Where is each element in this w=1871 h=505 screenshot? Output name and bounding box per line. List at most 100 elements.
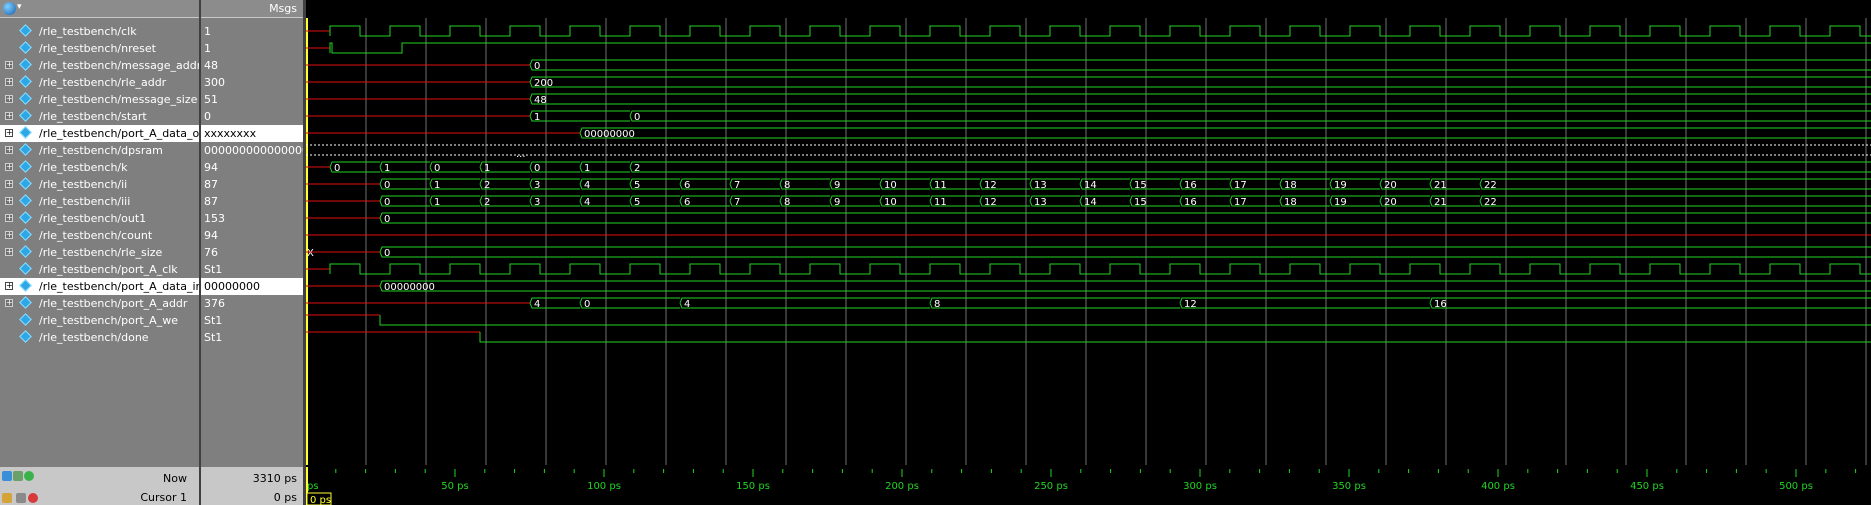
ii-label: 17 (1234, 180, 1247, 191)
time-ruler[interactable]: ps 50 ps 100 ps 150 ps 200 ps 250 ps 300 ps 350… (306, 467, 1871, 505)
delete-cursor-icon[interactable] (28, 493, 38, 503)
signal-value: 87 (204, 178, 218, 191)
signal-diamond-icon (19, 296, 32, 309)
value-row[interactable]: St1 (201, 329, 303, 346)
value-row[interactable]: 87 (201, 193, 303, 210)
clock-wave (329, 25, 1871, 37)
value-row[interactable]: 51 (201, 91, 303, 108)
cursor-flag-label: 0 ps (310, 495, 331, 505)
value-row[interactable]: 00000000 (201, 278, 303, 295)
k-label: 0 (534, 163, 540, 174)
lock-icon[interactable] (2, 493, 12, 503)
value-row[interactable]: St1 (201, 261, 303, 278)
waveform-area[interactable]: 0200481 000000000...0 1 0 1 0 1 20 1 2 3 4 5 6 7 8 9 10 11… (306, 18, 1871, 465)
port-a-addr-segment (579, 297, 680, 309)
iii-label: 13 (1034, 197, 1047, 208)
ii-label: 14 (1084, 180, 1097, 191)
footer-names: Now Cursor 1 (0, 467, 199, 505)
ii-label: 4 (584, 180, 590, 191)
expand-icon[interactable]: + (5, 95, 13, 103)
expand-icon[interactable]: + (5, 299, 13, 307)
expand-icon[interactable]: + (5, 146, 13, 154)
dropdown-arrow-icon[interactable]: ▾ (17, 2, 22, 12)
value-row[interactable]: 153 (201, 210, 303, 227)
signal-row[interactable]: + /rle_testbench/rle_size (0, 244, 199, 261)
app-menu-icon[interactable] (3, 2, 16, 15)
signal-row[interactable]: + /rle_testbench/rle_addr (0, 74, 199, 91)
iii-label: 19 (1334, 197, 1347, 208)
ii-label: 7 (734, 180, 740, 191)
port-a-data-out-label: 00000000 (584, 129, 635, 140)
iii-label: 11 (934, 197, 947, 208)
signal-diamond-icon (19, 279, 32, 292)
signal-row[interactable]: + /rle_testbench/start (0, 108, 199, 125)
ii-label: 15 (1134, 180, 1147, 191)
signal-row[interactable]: + /rle_testbench/port_A_addr (0, 295, 199, 312)
value-row[interactable]: 94 (201, 159, 303, 176)
signal-row[interactable]: + /rle_testbench/dpsram (0, 142, 199, 159)
expand-icon[interactable]: + (5, 180, 13, 188)
signal-row[interactable]: + /rle_testbench/port_A_data_out (0, 125, 211, 142)
expand-icon[interactable]: + (5, 163, 13, 171)
value-row[interactable]: 0000000000000000 (201, 142, 303, 159)
signal-row[interactable]: + /rle_testbench/count (0, 227, 199, 244)
value-row[interactable]: 94 (201, 227, 303, 244)
signal-row[interactable]: /rle_testbench/nreset (0, 40, 199, 57)
ruler-label: 400 ps (1481, 481, 1515, 492)
value-row[interactable]: 76 (201, 244, 303, 261)
signal-row[interactable]: + /rle_testbench/out1 (0, 210, 199, 227)
expand-icon[interactable]: + (5, 112, 13, 120)
expand-icon[interactable]: + (5, 214, 13, 222)
expand-icon[interactable]: + (5, 78, 13, 86)
signal-name: /rle_testbench/port_A_clk (39, 263, 178, 276)
value-row[interactable]: xxxxxxxx (201, 125, 303, 142)
edit-cursor-icon[interactable] (16, 493, 26, 503)
ii-label: 12 (984, 180, 997, 191)
iii-label: 2 (484, 197, 490, 208)
signal-row[interactable]: + /rle_testbench/port_A_data_in (0, 278, 203, 295)
value-row[interactable]: 0 (201, 108, 303, 125)
signal-value: 0000000000000000 (204, 144, 303, 157)
value-row[interactable]: 87 (201, 176, 303, 193)
zoom-out-icon[interactable] (13, 471, 23, 481)
signal-row[interactable]: /rle_testbench/clk (0, 23, 199, 40)
ii-label: 5 (634, 180, 640, 191)
signal-name: /rle_testbench/rle_size (39, 246, 163, 259)
expand-icon[interactable]: + (5, 248, 13, 256)
value-row[interactable]: 300 (201, 74, 303, 91)
value-row[interactable]: 376 (201, 295, 303, 312)
signal-name: /rle_testbench/message_size (39, 93, 198, 106)
signal-name: /rle_testbench/nreset (39, 42, 156, 55)
wave-window: ▾ /rle_testbench/clk/rle_testbench/nrese… (0, 0, 1871, 505)
expand-icon[interactable]: + (5, 61, 13, 69)
names-header: ▾ (0, 0, 199, 18)
signal-row[interactable]: /rle_testbench/port_A_we (0, 312, 199, 329)
signal-row[interactable]: + /rle_testbench/iii (0, 193, 199, 210)
value-row[interactable]: 48 (201, 57, 303, 74)
ii-label: 1 (434, 180, 440, 191)
expand-icon[interactable]: + (5, 197, 13, 205)
expand-icon[interactable]: + (5, 282, 13, 290)
value-row[interactable]: 1 (201, 40, 303, 57)
add-cursor-icon[interactable] (24, 471, 34, 481)
ii-label: 13 (1034, 180, 1047, 191)
iii-label: 18 (1284, 197, 1297, 208)
expand-icon[interactable]: + (5, 129, 13, 137)
value-row[interactable]: St1 (201, 312, 303, 329)
port-a-addr-label: 16 (1434, 299, 1447, 310)
signal-row[interactable]: + /rle_testbench/message_addr (0, 57, 201, 74)
expand-icon[interactable]: + (5, 231, 13, 239)
signal-value: 87 (204, 195, 218, 208)
ii-segment (1479, 178, 1871, 190)
signal-row[interactable]: /rle_testbench/port_A_clk (0, 261, 199, 278)
zoom-in-icon[interactable] (2, 471, 12, 481)
signal-name: /rle_testbench/port_A_we (39, 314, 178, 327)
signal-row[interactable]: + /rle_testbench/ii (0, 176, 199, 193)
iii-label: 15 (1134, 197, 1147, 208)
signal-row[interactable]: + /rle_testbench/k (0, 159, 199, 176)
cursor-name[interactable]: Cursor 1 (140, 491, 187, 504)
signal-value: 00000000 (204, 280, 260, 293)
signal-row[interactable]: /rle_testbench/done (0, 329, 199, 346)
signal-row[interactable]: + /rle_testbench/message_size (0, 91, 199, 108)
value-row[interactable]: 1 (201, 23, 303, 40)
